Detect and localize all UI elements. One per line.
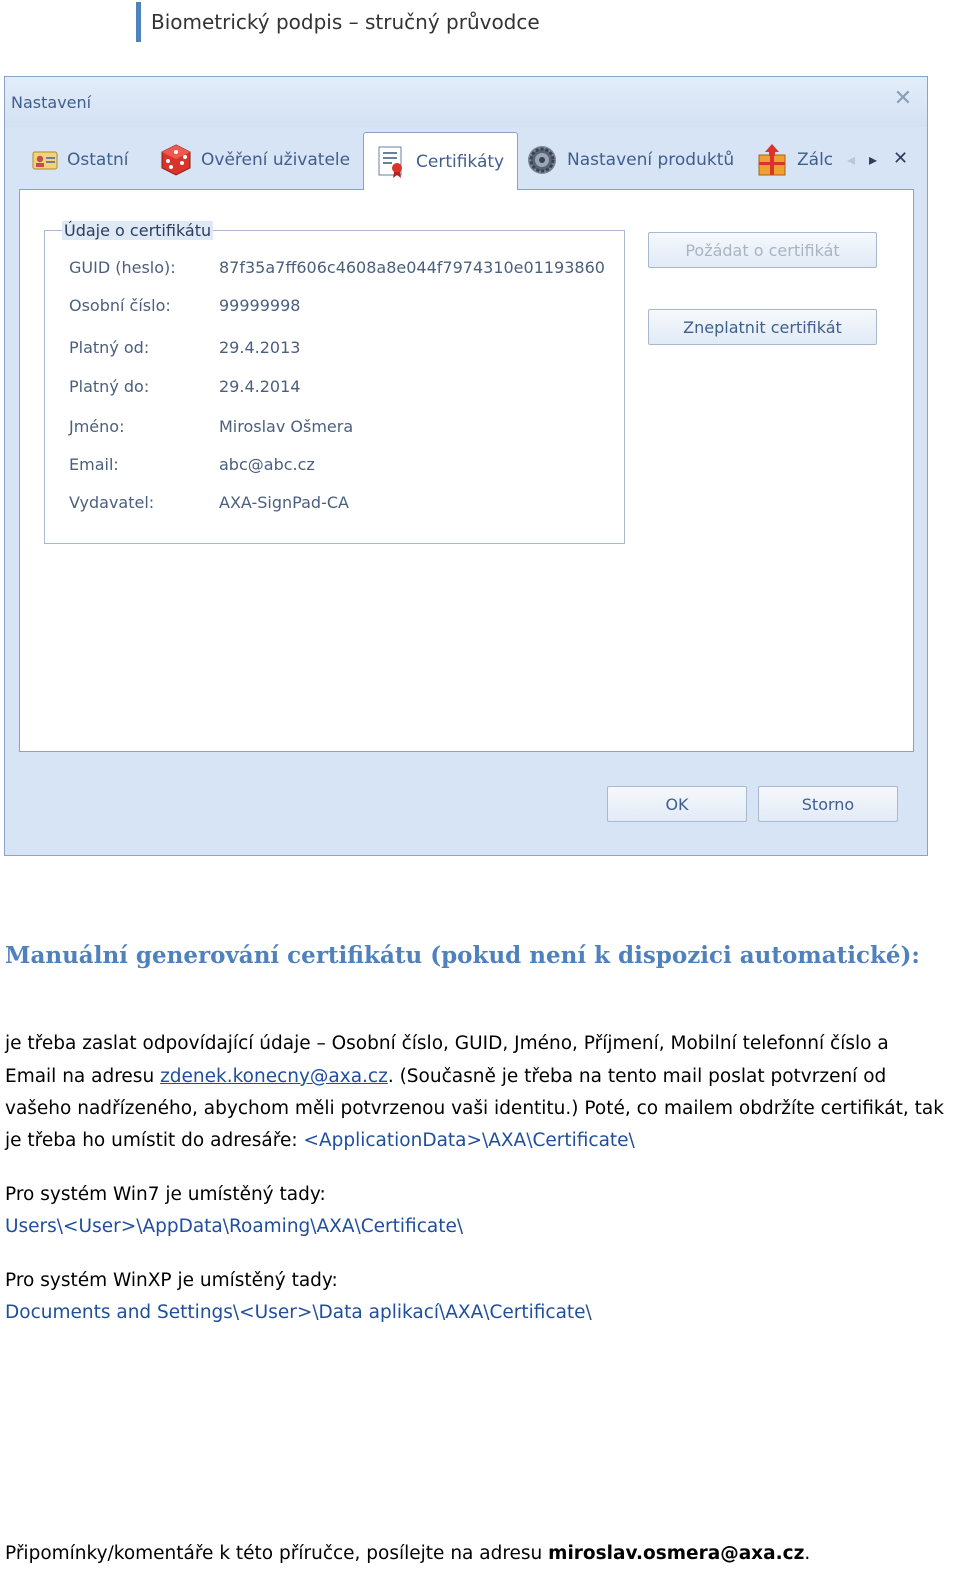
tab-scroll-left-icon[interactable]: ◂ [847,150,855,169]
tab-label: Certifikáty [416,151,505,172]
cancel-button[interactable]: Storno [758,786,898,822]
winxp-path: Documents and Settings\<User>\Data aplik… [5,1302,592,1323]
valid-from-label: Platný od: [69,338,150,357]
paragraph-line-3: vašeho nadřízeného, abychom měli potvrze… [5,1098,944,1119]
backup-box-icon [755,143,789,177]
personal-number-label: Osobní číslo: [69,296,171,315]
footer-note: Připomínky/komentáře k této příručce, po… [5,1543,810,1564]
tab-label: Ověření uživatele [201,150,351,170]
valid-from-value: 29.4.2013 [219,338,301,357]
guid-value: 87f35a7ff606c4608a8e044f7974310e01193860 [219,258,605,277]
certificates-panel: Údaje o certifikátu GUID (heslo): 87f35a… [19,189,914,752]
settings-dialog: Nastavení ✕ Ostatní Ověření uživatele Ce… [4,76,928,856]
text-run: Email na adresu [5,1066,161,1087]
request-certificate-button[interactable]: Požádat o certifikát [648,232,877,268]
tab-strip: Ostatní Ověření uživatele Certifikáty Na… [19,132,914,190]
valid-to-label: Platný do: [69,377,150,396]
dialog-titlebar: Nastavení ✕ [5,77,927,127]
tab-close-icon[interactable]: ✕ [893,148,908,169]
guid-label: GUID (heslo): [69,258,176,277]
text-run: Připomínky/komentáře k této příručce, po… [5,1543,549,1564]
tab-label: Ostatní [67,150,129,170]
issuer-value: AXA-SignPad-CA [219,493,349,512]
tab-overeni-uzivatele[interactable]: Ověření uživatele [159,132,350,188]
close-icon[interactable]: ✕ [889,85,917,113]
group-title: Údaje o certifikátu [62,221,214,240]
paragraph-line-4: je třeba ho umístit do adresáře: <Applic… [5,1130,635,1151]
win7-path: Users\<User>\AppData\Roaming\AXA\Certifi… [5,1216,464,1237]
contact-card-icon [31,146,59,174]
email-label: Email: [69,455,119,474]
header-accent-bar [136,2,141,42]
dialog-title: Nastavení [11,93,92,112]
tab-label: Nastavení produktů [567,150,735,170]
ok-button[interactable]: OK [607,786,747,822]
tab-scroll-right-icon[interactable]: ▸ [869,150,877,169]
winxp-label: Pro systém WinXP je umístěný tady: [5,1270,338,1291]
email-value: abc@abc.cz [219,455,315,474]
dice-icon [159,143,193,177]
email-link[interactable]: zdenek.konecny@axa.cz [160,1066,388,1087]
text-run: . (Současně je třeba na tento mail posla… [387,1066,887,1087]
tab-nastaveni-produktu[interactable]: Nastavení produktů [525,132,734,188]
revoke-certificate-button[interactable]: Zneplatnit certifikát [648,309,877,345]
name-value: Miroslav Ošmera [219,417,354,436]
document-header: Biometrický podpis – stručný průvodce [151,10,540,34]
valid-to-value: 29.4.2014 [219,377,301,396]
section-heading: Manuální generování certifikátu (pokud n… [5,942,920,969]
text-run: je třeba ho umístit do adresáře: [5,1130,304,1151]
certificate-icon [376,145,408,179]
path-application-data: <ApplicationData>\AXA\Certificate\ [303,1130,635,1151]
text-run: . [804,1543,811,1564]
issuer-label: Vydavatel: [69,493,155,512]
tab-zalohovani[interactable]: Zálc [755,132,847,188]
tab-ostatni[interactable]: Ostatní [31,132,128,188]
paragraph-line-1: je třeba zaslat odpovídající údaje – Oso… [5,1033,889,1054]
paragraph-line-2: Email na adresu zdenek.konecny@axa.cz. (… [5,1066,886,1087]
footer-email: miroslav.osmera@axa.cz [548,1543,805,1564]
tab-label: Zálc [797,150,834,170]
tab-certifikaty[interactable]: Certifikáty [363,132,518,190]
gear-icon [525,143,559,177]
win7-label: Pro systém Win7 je umístěný tady: [5,1184,326,1205]
name-label: Jméno: [69,417,125,436]
personal-number-value: 99999998 [219,296,301,315]
